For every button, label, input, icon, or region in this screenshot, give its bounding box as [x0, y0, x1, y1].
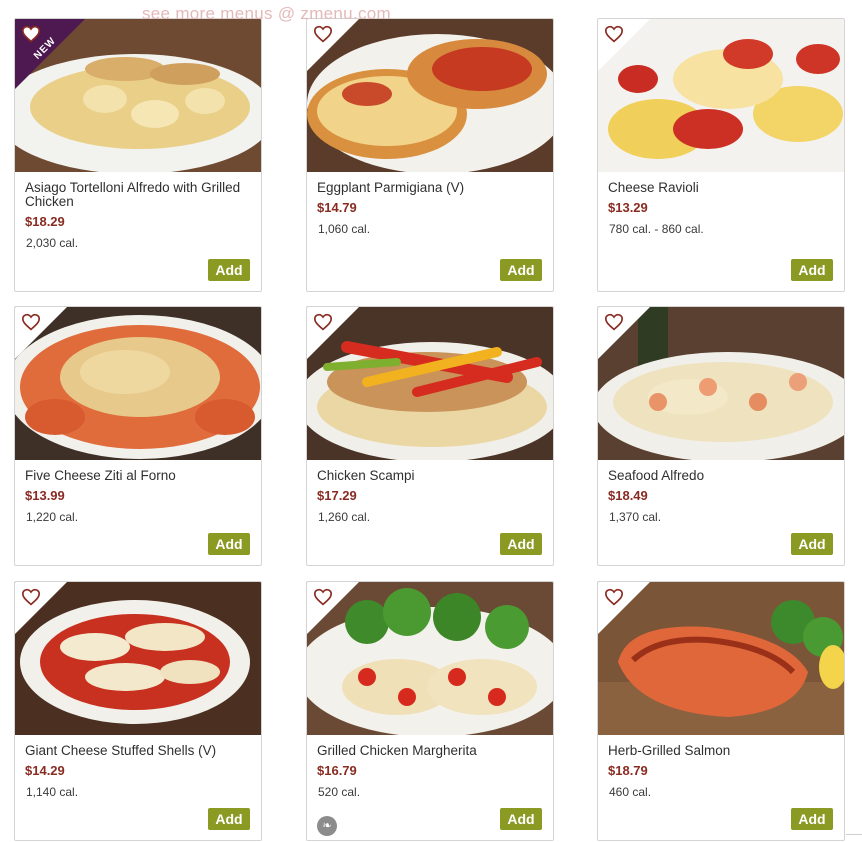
dish-name: Eggplant Parmigiana (V) — [317, 180, 465, 195]
dish-price: $13.29 — [608, 200, 648, 215]
heart-outline-icon[interactable] — [313, 313, 333, 331]
add-button[interactable]: Add — [500, 533, 542, 555]
heart-outline-icon[interactable] — [604, 25, 624, 43]
add-button[interactable]: Add — [500, 808, 542, 830]
dish-calories: 520 cal. — [318, 785, 361, 799]
menu-item-card[interactable]: NEW Asiago Tortelloni Alfredo with Grill… — [14, 18, 262, 292]
dish-calories: 1,260 cal. — [318, 510, 371, 524]
heart-outline-icon[interactable] — [604, 313, 624, 331]
vegetarian-leaf-icon: ❧ — [317, 816, 337, 836]
dish-price: $18.49 — [608, 488, 648, 503]
dish-price: $18.29 — [25, 214, 65, 229]
dish-name: Grilled Chicken Margherita — [317, 743, 477, 758]
add-button[interactable]: Add — [208, 808, 250, 830]
dish-price: $18.79 — [608, 763, 648, 778]
divider — [846, 834, 862, 835]
menu-item-card[interactable]: Cheese Ravioli $13.29 780 cal. - 860 cal… — [597, 18, 845, 292]
heart-outline-icon[interactable] — [604, 588, 624, 606]
menu-item-card[interactable]: Seafood Alfredo $18.49 1,370 cal. Add — [597, 306, 845, 566]
menu-item-card[interactable]: Giant Cheese Stuffed Shells (V) $14.29 1… — [14, 581, 262, 841]
heart-outline-icon[interactable] — [313, 25, 333, 43]
heart-outline-icon[interactable] — [21, 25, 41, 43]
dish-calories: 1,140 cal. — [26, 785, 79, 799]
dish-name: Herb-Grilled Salmon — [608, 743, 731, 758]
dish-price: $14.79 — [317, 200, 357, 215]
dish-name: Chicken Scampi — [317, 468, 415, 483]
add-button[interactable]: Add — [208, 259, 250, 281]
menu-item-card[interactable]: Five Cheese Ziti al Forno $13.99 1,220 c… — [14, 306, 262, 566]
dish-name: Cheese Ravioli — [608, 180, 699, 195]
dish-price: $13.99 — [25, 488, 65, 503]
dish-calories: 1,060 cal. — [318, 222, 371, 236]
menu-item-card[interactable]: Eggplant Parmigiana (V) $14.79 1,060 cal… — [306, 18, 554, 292]
add-button[interactable]: Add — [791, 808, 833, 830]
dish-price: $17.29 — [317, 488, 357, 503]
dish-calories: 1,220 cal. — [26, 510, 79, 524]
add-button[interactable]: Add — [500, 259, 542, 281]
menu-item-card[interactable]: Grilled Chicken Margherita $16.79 520 ca… — [306, 581, 554, 841]
add-button[interactable]: Add — [791, 533, 833, 555]
dish-calories: 460 cal. — [609, 785, 652, 799]
dish-name: Giant Cheese Stuffed Shells (V) — [25, 743, 217, 758]
dish-price: $16.79 — [317, 763, 357, 778]
menu-item-card[interactable]: Herb-Grilled Salmon $18.79 460 cal. Add — [597, 581, 845, 841]
heart-outline-icon[interactable] — [313, 588, 333, 606]
heart-outline-icon[interactable] — [21, 313, 41, 331]
heart-outline-icon[interactable] — [21, 588, 41, 606]
dish-calories: 1,370 cal. — [609, 510, 662, 524]
add-button[interactable]: Add — [208, 533, 250, 555]
dish-price: $14.29 — [25, 763, 65, 778]
dish-calories: 2,030 cal. — [26, 236, 79, 250]
dish-name: Asiago Tortelloni Alfredo with Grilled C… — [25, 180, 241, 209]
dish-name: Seafood Alfredo — [608, 468, 705, 483]
dish-name: Five Cheese Ziti al Forno — [25, 468, 176, 483]
menu-item-card[interactable]: Chicken Scampi $17.29 1,260 cal. Add — [306, 306, 554, 566]
dish-calories: 780 cal. - 860 cal. — [609, 222, 704, 236]
add-button[interactable]: Add — [791, 259, 833, 281]
